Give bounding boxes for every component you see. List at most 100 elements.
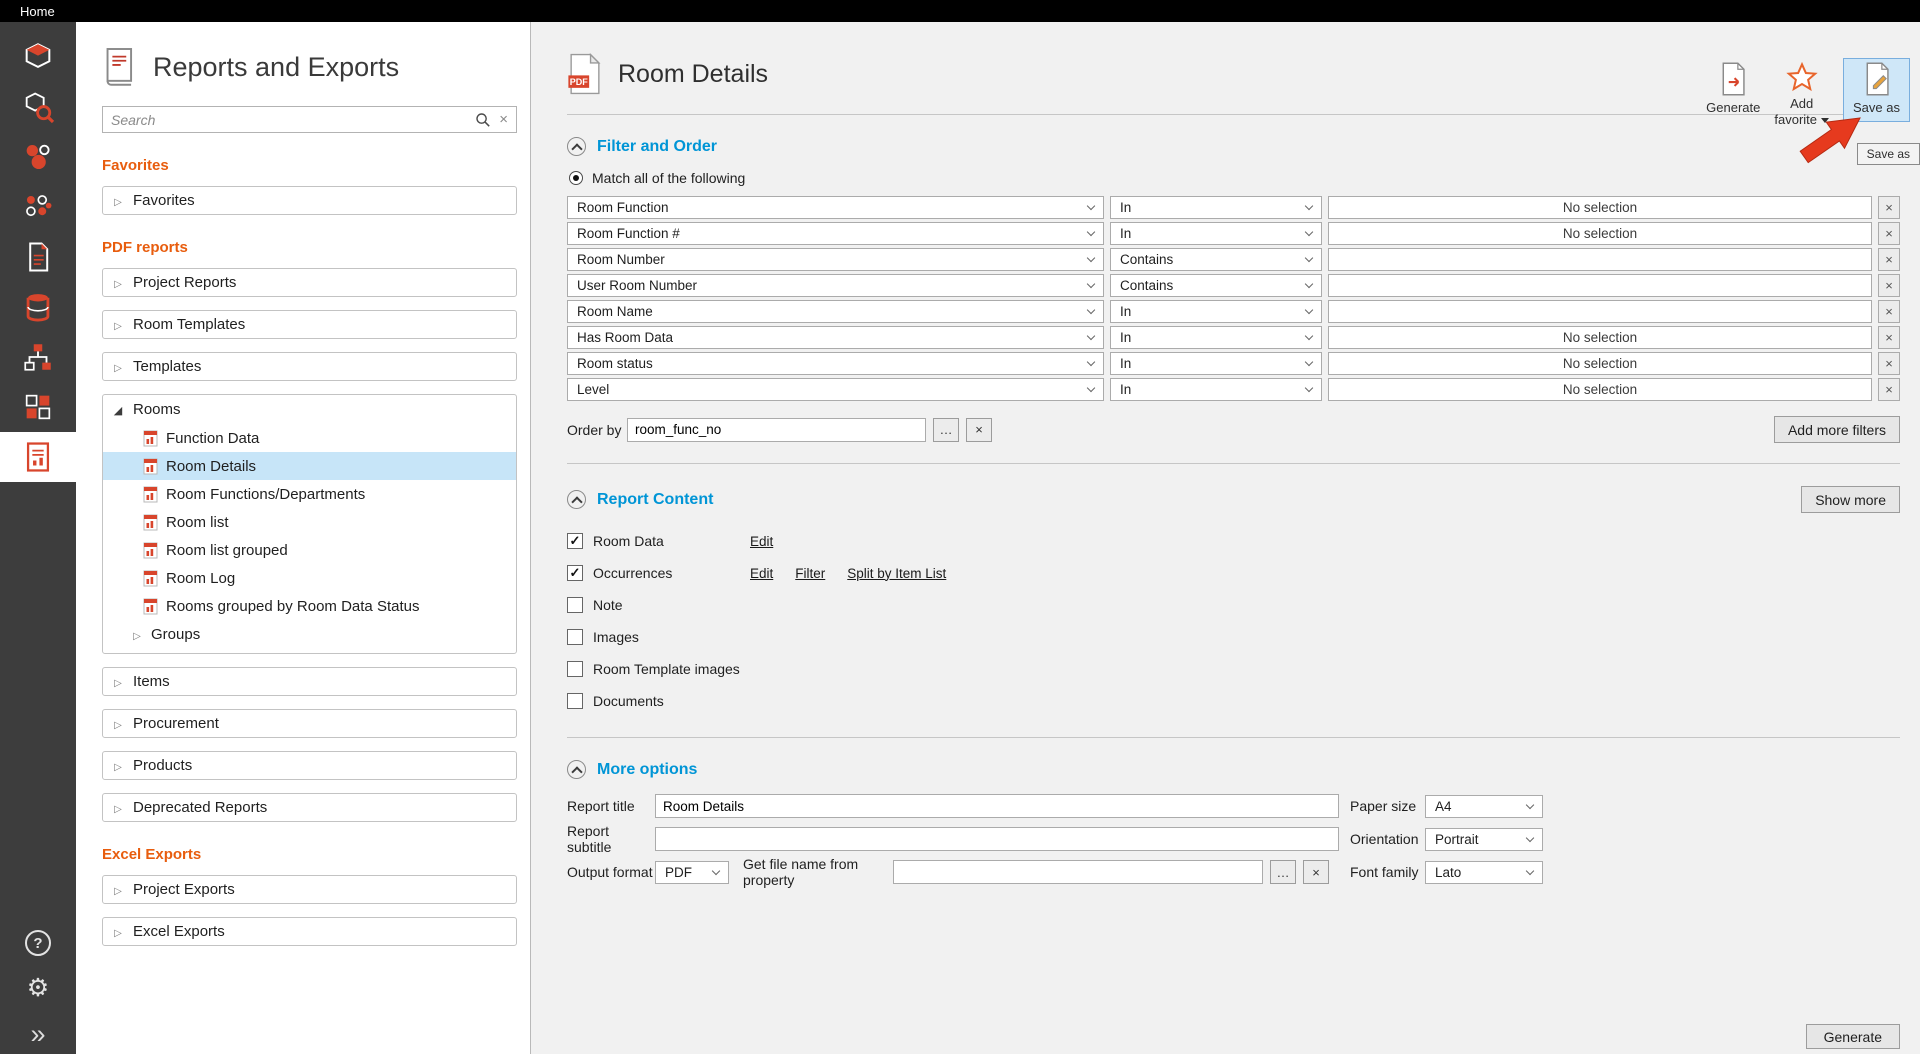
report-item-function-data[interactable]: Function Data <box>103 424 516 452</box>
search-input[interactable] <box>111 112 467 128</box>
rail-item-item-groups[interactable] <box>0 182 76 232</box>
expander-icon[interactable] <box>112 192 124 209</box>
font-family-dropdown[interactable]: Lato <box>1425 861 1543 884</box>
file-name-clear-button[interactable] <box>1303 860 1329 884</box>
expander-icon[interactable] <box>112 274 124 291</box>
report-item-room-list[interactable]: Room list <box>103 508 516 536</box>
rail-item-documents[interactable] <box>0 232 76 282</box>
filter-field-dropdown[interactable]: Room Number <box>567 248 1104 271</box>
filter-remove-button[interactable] <box>1878 326 1900 349</box>
filter-operator-dropdown[interactable]: In <box>1110 196 1322 219</box>
filter-operator-dropdown[interactable]: Contains <box>1110 274 1322 297</box>
tree-item-templates[interactable]: Templates <box>102 352 517 381</box>
filter-field-dropdown[interactable]: User Room Number <box>567 274 1104 297</box>
output-format-dropdown[interactable]: PDF <box>655 861 729 884</box>
rail-item-database[interactable] <box>0 282 76 332</box>
filter-operator-dropdown[interactable]: In <box>1110 378 1322 401</box>
room-data-checkbox[interactable] <box>567 533 583 549</box>
expander-icon[interactable] <box>112 757 124 774</box>
split-by-item-list-link[interactable]: Split by Item List <box>847 566 946 581</box>
expander-icon[interactable] <box>112 715 124 732</box>
filter-value-box[interactable] <box>1328 274 1872 297</box>
filter-field-dropdown[interactable]: Room Function <box>567 196 1104 219</box>
tree-item-rooms-header[interactable]: Rooms <box>103 395 516 424</box>
report-item-rooms-grouped-by-status[interactable]: Rooms grouped by Room Data Status <box>103 592 516 620</box>
tree-item-project-exports[interactable]: Project Exports <box>102 875 517 904</box>
expander-icon[interactable] <box>112 923 124 940</box>
filter-value-box[interactable]: No selection <box>1328 196 1872 219</box>
tree-item-deprecated-reports[interactable]: Deprecated Reports <box>102 793 517 822</box>
rail-item-workflow[interactable] <box>0 332 76 382</box>
generate-button[interactable]: Generate <box>1806 1024 1900 1049</box>
file-name-browse-button[interactable] <box>1270 860 1296 884</box>
collapse-section-icon[interactable] <box>567 490 586 509</box>
filter-operator-dropdown[interactable]: In <box>1110 352 1322 375</box>
help-icon[interactable] <box>25 930 51 956</box>
filter-field-dropdown[interactable]: Has Room Data <box>567 326 1104 349</box>
rail-item-plan-search[interactable] <box>0 82 76 132</box>
filter-value-box[interactable]: No selection <box>1328 352 1872 375</box>
filter-value-box[interactable]: No selection <box>1328 378 1872 401</box>
orientation-dropdown[interactable]: Portrait <box>1425 828 1543 851</box>
filter-remove-button[interactable] <box>1878 274 1900 297</box>
filter-remove-button[interactable] <box>1878 352 1900 375</box>
documents-checkbox[interactable] <box>567 693 583 709</box>
report-subtitle-input[interactable] <box>655 827 1339 851</box>
report-item-room-details[interactable]: Room Details <box>103 452 516 480</box>
occurrences-checkbox[interactable] <box>567 565 583 581</box>
report-item-room-functions-departments[interactable]: Room Functions/Departments <box>103 480 516 508</box>
order-by-browse-button[interactable] <box>933 418 959 442</box>
report-item-room-log[interactable]: Room Log <box>103 564 516 592</box>
tree-item-favorites[interactable]: Favorites <box>102 186 517 215</box>
order-by-clear-button[interactable] <box>966 418 992 442</box>
filter-value-box[interactable]: No selection <box>1328 222 1872 245</box>
tree-item-groups[interactable]: Groups <box>103 620 516 648</box>
filter-remove-button[interactable] <box>1878 378 1900 401</box>
expander-icon[interactable] <box>112 358 124 375</box>
filter-operator-dropdown[interactable]: Contains <box>1110 248 1322 271</box>
show-more-button[interactable]: Show more <box>1801 486 1900 513</box>
file-name-property-input[interactable] <box>893 860 1263 884</box>
match-all-radio[interactable] <box>569 171 583 185</box>
collapse-expander-icon[interactable] <box>112 401 124 418</box>
search-box[interactable] <box>102 106 517 133</box>
note-checkbox[interactable] <box>567 597 583 613</box>
tree-item-excel-exports[interactable]: Excel Exports <box>102 917 517 946</box>
filter-remove-button[interactable] <box>1878 300 1900 323</box>
search-icon[interactable] <box>475 112 491 128</box>
filter-link[interactable]: Filter <box>795 566 825 581</box>
paper-size-dropdown[interactable]: A4 <box>1425 795 1543 818</box>
collapse-section-icon[interactable] <box>567 760 586 779</box>
expander-icon[interactable] <box>112 316 124 333</box>
filter-value-box[interactable] <box>1328 248 1872 271</box>
tree-item-project-reports[interactable]: Project Reports <box>102 268 517 297</box>
add-more-filters-button[interactable]: Add more filters <box>1774 416 1900 443</box>
settings-gear-icon[interactable] <box>27 976 49 1001</box>
filter-field-dropdown[interactable]: Level <box>567 378 1104 401</box>
filter-field-dropdown[interactable]: Room Name <box>567 300 1104 323</box>
rail-item-buildings[interactable] <box>0 382 76 432</box>
rail-item-room-planning[interactable] <box>0 132 76 182</box>
report-item-room-list-grouped[interactable]: Room list grouped <box>103 536 516 564</box>
edit-link[interactable]: Edit <box>750 566 773 581</box>
tree-item-products[interactable]: Products <box>102 751 517 780</box>
order-by-input[interactable] <box>627 418 926 442</box>
room-template-images-checkbox[interactable] <box>567 661 583 677</box>
expander-icon[interactable] <box>112 673 124 690</box>
tree-item-room-templates[interactable]: Room Templates <box>102 310 517 339</box>
tree-item-items[interactable]: Items <box>102 667 517 696</box>
expander-icon[interactable] <box>112 881 124 898</box>
collapse-section-icon[interactable] <box>567 137 586 156</box>
match-all-radio-row[interactable]: Match all of the following <box>569 170 1900 186</box>
filter-field-dropdown[interactable]: Room status <box>567 352 1104 375</box>
filter-operator-dropdown[interactable]: In <box>1110 222 1322 245</box>
images-checkbox[interactable] <box>567 629 583 645</box>
tree-item-procurement[interactable]: Procurement <box>102 709 517 738</box>
expander-icon[interactable] <box>112 799 124 816</box>
collapse-rail-icon[interactable] <box>30 1021 45 1048</box>
report-title-input[interactable] <box>655 794 1339 818</box>
filter-operator-dropdown[interactable]: In <box>1110 326 1322 349</box>
expander-icon[interactable] <box>131 626 143 643</box>
rail-item-site-plan[interactable] <box>0 32 76 82</box>
filter-remove-button[interactable] <box>1878 248 1900 271</box>
